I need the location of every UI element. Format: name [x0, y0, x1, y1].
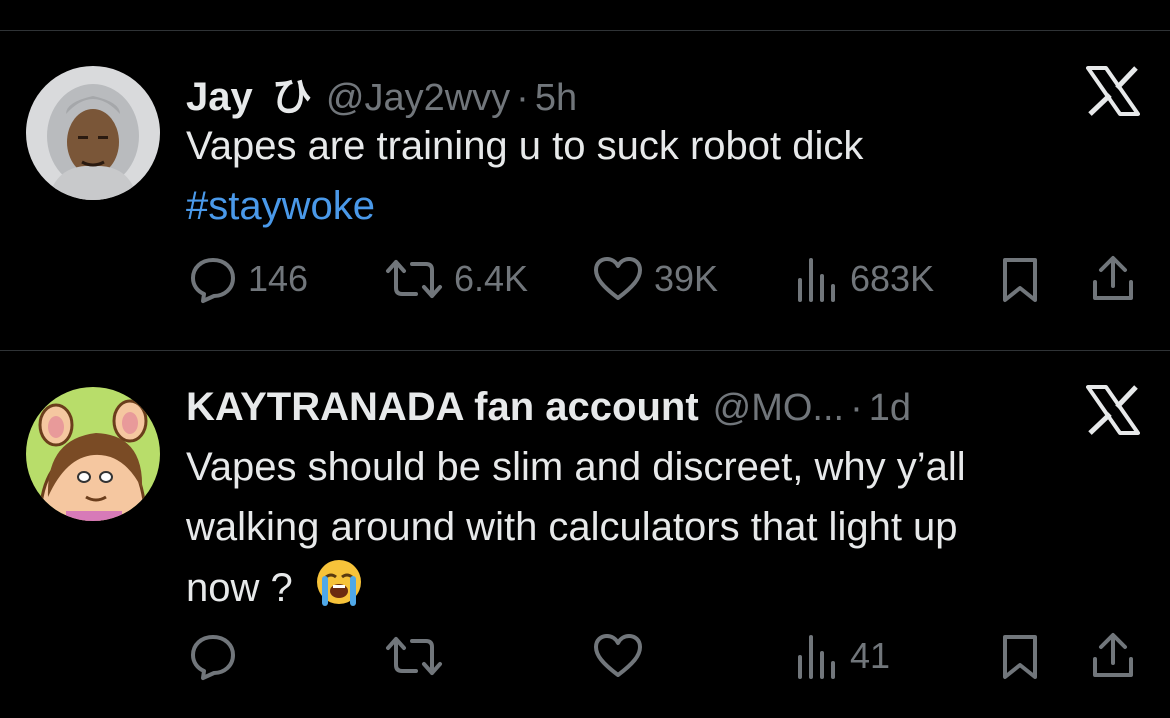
bookmark-button[interactable]: [1000, 631, 1040, 681]
retweet-button[interactable]: 6.4K: [384, 254, 528, 304]
like-button[interactable]: [592, 631, 654, 681]
avatar-jay[interactable]: [26, 66, 160, 200]
tweet-1-text: Vapes are training u to suck robot dick …: [186, 116, 1086, 236]
retweet-count: 6.4K: [454, 258, 529, 299]
reply-button[interactable]: 146: [188, 254, 308, 304]
tweet-2[interactable]: KAYTRANADA fan account @MO... · 1d Vapes…: [0, 351, 1170, 718]
like-icon: [592, 254, 644, 304]
tweet-text-line: now ?: [186, 566, 293, 611]
x-logo-icon: [1086, 385, 1140, 435]
share-button[interactable]: [1090, 631, 1136, 681]
timestamp[interactable]: 5h: [535, 77, 577, 120]
tweet-1-actions: 146 6.4K 39K 683K: [0, 254, 1170, 314]
username-handle[interactable]: @MO...: [713, 387, 844, 430]
reply-icon: [188, 254, 238, 304]
share-icon: [1090, 254, 1136, 304]
views-button[interactable]: 41: [796, 631, 890, 681]
name-glyph: ひ: [271, 75, 312, 119]
share-button[interactable]: [1090, 254, 1136, 304]
like-count: 39K: [654, 258, 719, 299]
hashtag-link[interactable]: #staywoke: [186, 184, 375, 228]
tweet-text-line: walking around with calculators that lig…: [186, 505, 958, 549]
tweet-2-actions: 41: [0, 631, 1170, 691]
display-name[interactable]: Jay ひ: [186, 64, 312, 122]
like-icon: [592, 631, 644, 681]
tweet-text-line: Vapes should be slim and discreet, why y…: [186, 445, 966, 489]
views-count: 683K: [850, 258, 935, 299]
tweet-2-text: Vapes should be slim and discreet, why y…: [186, 437, 1086, 624]
retweet-icon: [384, 631, 444, 681]
loudly-crying-face-icon: [314, 557, 364, 624]
bookmark-icon: [1000, 254, 1040, 304]
separator-dot: ·: [516, 77, 529, 119]
bookmark-button[interactable]: [1000, 254, 1040, 304]
reply-icon: [188, 631, 238, 681]
retweet-button[interactable]: [384, 631, 454, 681]
like-button[interactable]: 39K: [592, 254, 718, 304]
avatar-kaytranada-fan[interactable]: [26, 387, 160, 521]
share-icon: [1090, 631, 1136, 681]
x-logo-icon: [1086, 66, 1140, 116]
retweet-icon: [384, 254, 444, 304]
timestamp[interactable]: 1d: [869, 387, 911, 430]
tweet-2-header: KAYTRANADA fan account @MO... · 1d: [186, 385, 911, 429]
views-icon: [796, 254, 840, 304]
views-count: 41: [850, 635, 891, 676]
separator-dot: ·: [850, 387, 863, 429]
display-name[interactable]: KAYTRANADA fan account: [186, 385, 699, 430]
views-icon: [796, 631, 840, 681]
tweet-text-line: Vapes are training u to suck robot dick: [186, 124, 864, 168]
views-button[interactable]: 683K: [796, 254, 934, 304]
tweet-1[interactable]: Jay ひ @Jay2wvy · 5h Vapes are training u…: [0, 0, 1170, 350]
bookmark-icon: [1000, 631, 1040, 681]
reply-button[interactable]: [188, 631, 248, 681]
reply-count: 146: [248, 258, 309, 299]
tweet-1-header: Jay ひ @Jay2wvy · 5h: [186, 64, 577, 119]
username-handle[interactable]: @Jay2wvy: [326, 77, 510, 120]
